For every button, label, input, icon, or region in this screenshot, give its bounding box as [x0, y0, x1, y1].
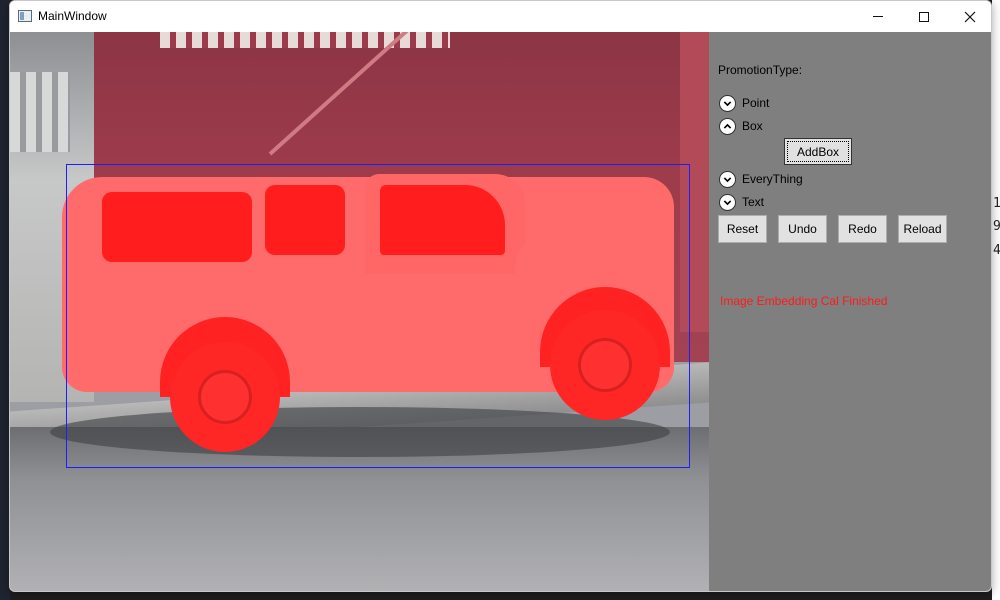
expander-label: Box	[742, 119, 763, 133]
expander-label: EveryThing	[742, 172, 803, 186]
chevron-down-icon	[719, 170, 736, 188]
maximize-icon	[919, 11, 929, 22]
bounding-box[interactable]	[66, 164, 690, 468]
title-bar[interactable]: MainWindow	[10, 1, 991, 32]
minimize-button[interactable]	[855, 1, 901, 32]
status-message: Image Embedding Cal Finished	[720, 294, 888, 308]
promotion-type-label: PromotionType:	[718, 63, 803, 77]
add-box-button[interactable]: AddBox	[784, 138, 852, 165]
expander-box[interactable]: Box	[719, 117, 763, 135]
expander-label: Text	[742, 195, 765, 209]
minimize-icon	[873, 16, 883, 17]
expander-text[interactable]: Text	[719, 193, 764, 211]
background-text: 9	[993, 219, 1000, 234]
photo-balustrade	[160, 32, 450, 48]
image-canvas[interactable]	[10, 32, 709, 591]
expander-point[interactable]: Point	[719, 94, 769, 112]
expander-everything[interactable]: EveryThing	[719, 170, 803, 188]
redo-button[interactable]: Redo	[838, 215, 887, 243]
close-icon	[964, 11, 976, 22]
close-button[interactable]	[947, 1, 991, 32]
photo-railing	[10, 72, 70, 152]
main-window: MainWindow PromotionType: Point Box AddB…	[9, 0, 992, 592]
desktop-background-right: 19 9 4	[992, 0, 1000, 600]
expander-label: Point	[742, 96, 770, 110]
window-title: MainWindow	[38, 9, 107, 23]
background-text: 19	[993, 196, 1000, 211]
maximize-button[interactable]	[901, 1, 947, 32]
chevron-down-icon	[719, 193, 736, 211]
app-icon	[18, 10, 32, 22]
reset-button[interactable]: Reset	[718, 215, 767, 243]
undo-button[interactable]: Undo	[778, 215, 827, 243]
control-panel: PromotionType: Point Box AddBox EveryThi…	[709, 32, 991, 591]
background-text: 4	[993, 243, 1000, 258]
chevron-up-icon	[719, 117, 736, 135]
chevron-down-icon	[719, 94, 736, 112]
reload-button[interactable]: Reload	[898, 215, 947, 243]
